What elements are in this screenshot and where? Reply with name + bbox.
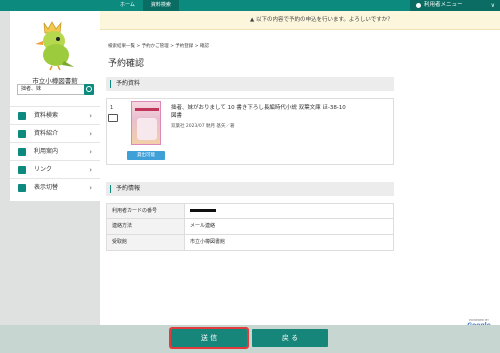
section-reserved-items: 予約資料: [106, 77, 394, 91]
user-icon: [416, 3, 421, 8]
sidebar-item-search[interactable]: 資料検索 ›: [10, 106, 100, 124]
chevron-down-icon: ∨: [490, 2, 495, 9]
row-value: 市立小樽図書館: [190, 239, 226, 245]
book-title[interactable]: 拙者、妹がおりまして 10 書き下ろし長編時代小説 双葉文庫 ほ-38-10 図書: [171, 104, 391, 120]
book-search-icon: [18, 112, 26, 120]
section-reservation-info: 予約情報: [106, 182, 394, 196]
chevron-right-icon: ›: [89, 112, 92, 120]
sidebar-item-intro[interactable]: 資料紹介 ›: [10, 124, 100, 142]
library-mascot-logo: [35, 21, 74, 71]
chevron-right-icon: ›: [89, 130, 92, 138]
notice-banner: ▲ 以下の内容で予約の申込を行います。よろしいですか？: [100, 11, 500, 30]
sidebar: 市立小樽図書館 拙者、妹 資料検索 › 資料紹介 › 利用案内 › リンク › 表示切替…: [10, 11, 100, 201]
nav-search[interactable]: 資料検索: [142, 0, 179, 11]
sidebar-item-label: 利用案内: [34, 148, 59, 155]
item-number: 1: [110, 105, 114, 111]
sidebar-menu: 資料検索 › 資料紹介 › 利用案内 › リンク › 表示切替 ›: [10, 106, 100, 196]
back-button[interactable]: 戻 る: [252, 329, 328, 347]
nav-home[interactable]: ホーム: [112, 0, 143, 11]
sidebar-item-label: 資料紹介: [34, 130, 59, 137]
book-cover[interactable]: [131, 101, 161, 145]
sidebar-item-label: 資料検索: [34, 112, 59, 119]
link-icon: [18, 166, 26, 174]
sidebar-item-label: 表示切替: [34, 184, 59, 191]
notice-text: 以下の内容で予約の申込を行います。よろしいですか？: [255, 17, 393, 23]
book-icon: [108, 114, 118, 122]
status-badge: 貸出可能: [127, 151, 165, 160]
bottom-action-bar: 送 信 戻 る: [0, 325, 500, 353]
user-menu-label: 利用者メニュー: [424, 2, 463, 8]
row-label: 連絡方法: [107, 219, 185, 234]
chevron-right-icon: ›: [89, 166, 92, 174]
row-label: 受取館: [107, 235, 185, 250]
breadcrumb-register[interactable]: 予約登録: [175, 44, 193, 49]
sidebar-item-display[interactable]: 表示切替 ›: [10, 178, 100, 196]
card-number-masked: [185, 204, 216, 218]
person-icon: [18, 148, 26, 156]
book-item: 1 拙者、妹がおりまして 10 書き下ろし長編時代小説 双葉文庫 ほ-38-10…: [106, 98, 394, 165]
chevron-right-icon: ›: [89, 184, 92, 192]
search-button[interactable]: [84, 84, 94, 95]
main-content: 検索結果一覧 > 予約かご管理 > 予約登録 > 確認 予約確認 予約資料 1 …: [100, 30, 500, 329]
breadcrumb: 検索結果一覧 > 予約かご管理 > 予約登録 > 確認: [108, 44, 209, 49]
table-row: 受取館 市立小樽図書館: [106, 235, 394, 251]
table-row: 連絡方法 メール連絡: [106, 219, 394, 235]
row-label: 利用者カードの番号: [107, 204, 185, 218]
breadcrumb-basket[interactable]: 予約かご管理: [142, 44, 169, 49]
switch-icon: [18, 184, 26, 192]
book-intro-icon: [18, 130, 26, 138]
row-value: メール連絡: [190, 223, 216, 229]
breadcrumb-current: 確認: [199, 44, 209, 49]
sidebar-item-links[interactable]: リンク ›: [10, 160, 100, 178]
page-title: 予約確認: [108, 59, 145, 69]
user-menu-button[interactable]: 利用者メニュー ∨: [410, 0, 500, 11]
sidebar-item-guide[interactable]: 利用案内 ›: [10, 142, 100, 160]
search-input[interactable]: 拙者、妹: [17, 84, 92, 95]
table-row: 利用者カードの番号: [106, 203, 394, 219]
info-table: 利用者カードの番号 連絡方法 メール連絡 受取館 市立小樽図書館: [106, 203, 394, 251]
book-meta: 双葉社 2023/07 馳月 基矢／著: [171, 124, 235, 129]
breadcrumb-results[interactable]: 検索結果一覧: [108, 44, 135, 49]
sidebar-item-label: リンク: [34, 166, 53, 173]
top-nav: ホーム 資料検索: [112, 0, 179, 11]
chevron-right-icon: ›: [89, 148, 92, 156]
send-button[interactable]: 送 信: [169, 327, 249, 349]
